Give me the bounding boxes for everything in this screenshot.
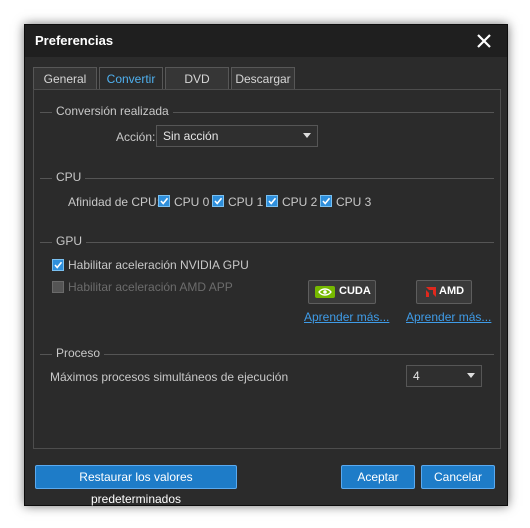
action-label: Acción:	[116, 130, 156, 144]
cpu0-checkbox[interactable]	[158, 195, 170, 207]
max-processes-label: Máximos procesos simultáneos de ejecució…	[50, 370, 289, 384]
section-divider	[40, 354, 494, 355]
convert-panel: Conversión realizada Acción: Sin acción …	[33, 89, 501, 449]
checkmark-icon	[214, 197, 223, 205]
process-section-title: Proceso	[52, 346, 105, 360]
cpu3-label: CPU 3	[336, 195, 372, 209]
nvidia-logo-icon	[315, 286, 335, 298]
checkmark-icon	[268, 197, 277, 205]
accept-button[interactable]: Aceptar	[341, 465, 415, 489]
cpu-affinity-label: Afinidad de CPU:	[68, 195, 161, 209]
max-processes-select[interactable]: 4	[406, 365, 482, 387]
section-divider	[40, 178, 494, 179]
cuda-button[interactable]: CUDA	[308, 280, 376, 304]
cuda-button-label: CUDA	[339, 285, 371, 297]
tab-general[interactable]: General	[33, 67, 97, 90]
amd-logo-icon	[426, 287, 436, 297]
dialog-title: Preferencias	[35, 33, 114, 48]
section-divider	[40, 242, 494, 243]
learn-more-cuda-link[interactable]: Aprender más...	[304, 310, 389, 324]
title-bar: Preferencias	[25, 25, 507, 57]
restore-defaults-button[interactable]: Restaurar los valores predeterminados	[35, 465, 237, 506]
max-processes-value: 4	[413, 369, 420, 383]
nvidia-acceleration-label: Habilitar aceleración NVIDIA GPU	[68, 258, 249, 272]
cpu1-checkbox[interactable]	[212, 195, 224, 207]
chevron-down-icon	[467, 373, 475, 378]
preferences-dialog: Preferencias General Convertir DVD Desca…	[24, 24, 508, 506]
action-select[interactable]: Sin acción	[156, 125, 318, 147]
checkmark-icon	[54, 261, 63, 269]
tab-dvd[interactable]: DVD	[165, 67, 229, 90]
action-select-value: Sin acción	[163, 129, 219, 143]
checkmark-icon	[160, 197, 169, 205]
cpu0-label: CPU 0	[174, 195, 210, 209]
chevron-down-icon	[303, 133, 311, 138]
amd-button[interactable]: AMD	[416, 280, 472, 304]
cpu2-checkbox[interactable]	[266, 195, 278, 207]
learn-more-amd-link[interactable]: Aprender más...	[406, 310, 491, 324]
cpu3-checkbox[interactable]	[320, 195, 332, 207]
close-button[interactable]	[473, 30, 495, 52]
close-icon	[477, 34, 491, 48]
cancel-button[interactable]: Cancelar	[421, 465, 495, 489]
nvidia-acceleration-checkbox[interactable]	[52, 259, 64, 271]
cpu1-label: CPU 1	[228, 195, 264, 209]
amd-button-label: AMD	[439, 285, 465, 297]
amd-acceleration-label: Habilitar aceleración AMD APP	[68, 280, 233, 294]
checkmark-icon	[322, 197, 331, 205]
gpu-section-title: GPU	[52, 234, 87, 248]
conversion-section-title: Conversión realizada	[52, 104, 173, 118]
cpu2-label: CPU 2	[282, 195, 318, 209]
tab-descargar[interactable]: Descargar	[231, 67, 295, 90]
amd-acceleration-checkbox[interactable]	[52, 281, 64, 293]
cpu-section-title: CPU	[52, 170, 86, 184]
